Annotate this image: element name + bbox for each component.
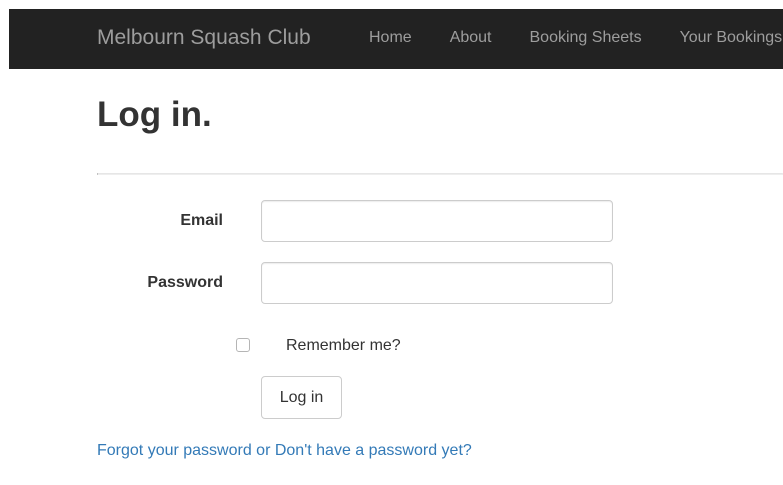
password-input[interactable] [261, 262, 613, 304]
brand-link[interactable]: Melbourn Squash Club [97, 9, 311, 69]
forgot-password-link[interactable]: Forgot your password or Don't have a pas… [97, 441, 472, 461]
nav-item-about[interactable]: About [431, 9, 511, 69]
nav-menu: Home About Booking Sheets Your Bookings [350, 9, 783, 69]
password-label: Password [147, 274, 223, 291]
page: Melbourn Squash Club Home About Booking … [0, 0, 783, 485]
login-button[interactable]: Log in [261, 376, 342, 419]
nav-item-home[interactable]: Home [350, 9, 431, 69]
divider [97, 173, 783, 175]
navbar: Melbourn Squash Club Home About Booking … [9, 9, 783, 69]
nav-item-your-bookings[interactable]: Your Bookings [661, 9, 783, 69]
page-title: Log in. [97, 95, 212, 134]
email-input[interactable] [261, 200, 613, 242]
email-label: Email [180, 212, 223, 229]
nav-item-booking-sheets[interactable]: Booking Sheets [511, 9, 661, 69]
remember-me-checkbox[interactable] [236, 338, 250, 352]
remember-me-label[interactable]: Remember me? [286, 336, 401, 356]
